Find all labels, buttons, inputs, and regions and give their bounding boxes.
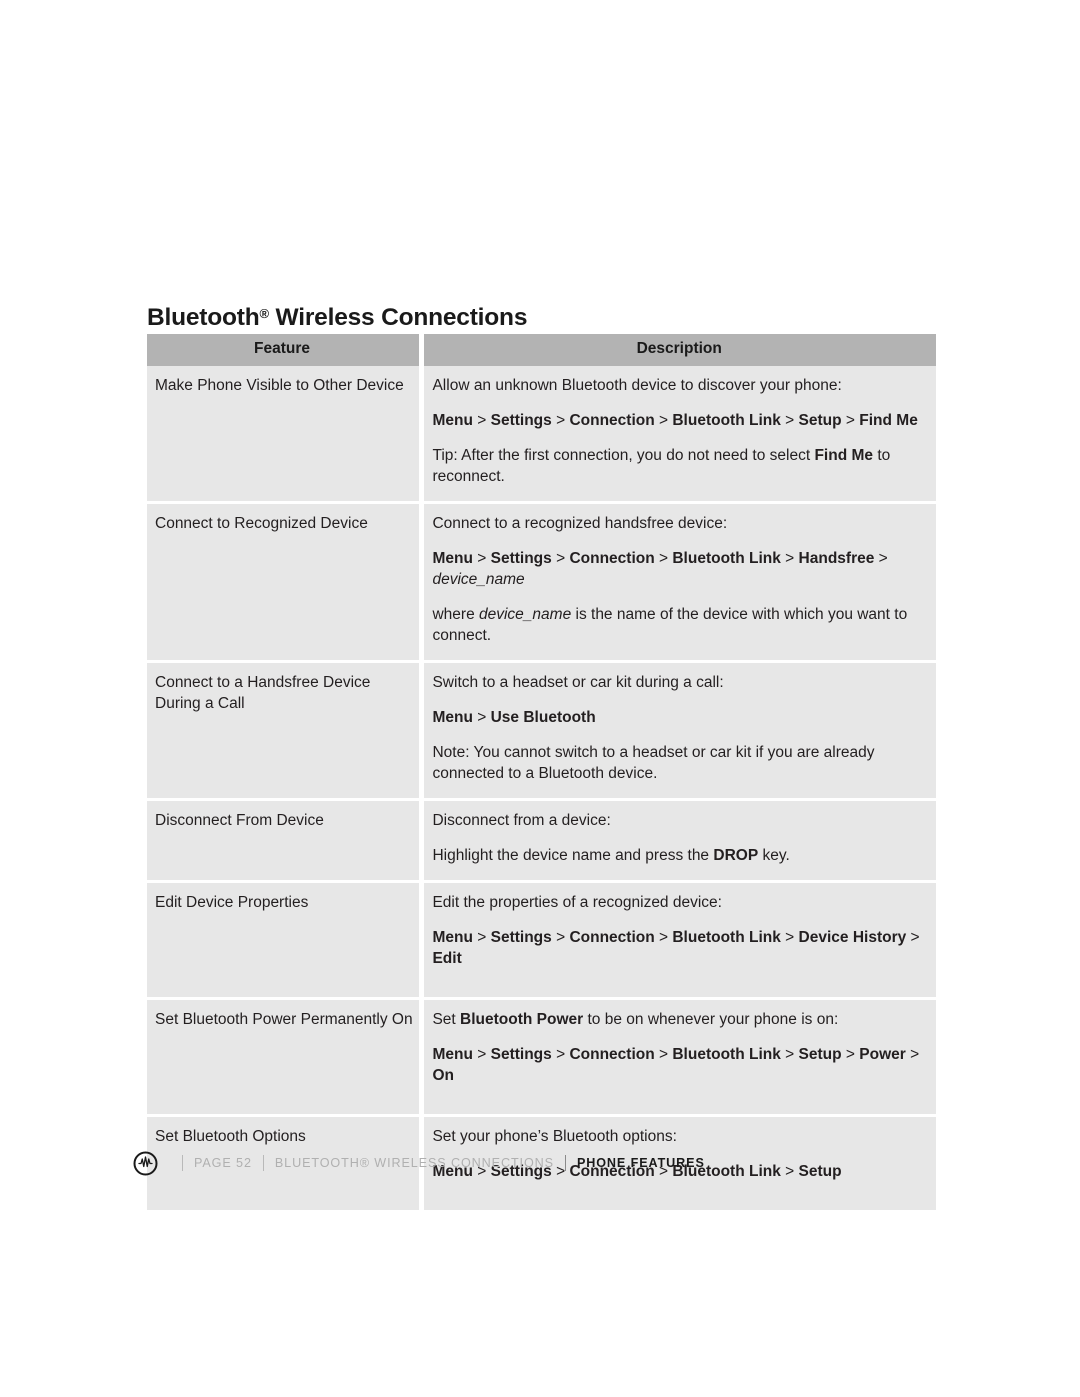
cell-description: Edit the properties of a recognized devi… [424,883,936,997]
menu-path: Menu > Settings > Connection > Bluetooth… [432,550,888,588]
menu-path: Menu > Settings > Connection > Bluetooth… [432,412,918,429]
bluetooth-features-table: Feature Description Make Phone Visible t… [147,334,936,1210]
cell-feature: Edit Device Properties [147,883,419,997]
cell-description: Set Bluetooth Power to be on whenever yo… [424,1000,936,1114]
table-row: Make Phone Visible to Other Device Allow … [147,366,936,501]
menu-path: Menu > Settings > Connection > Bluetooth… [432,929,920,967]
feature-line: Make Phone Visible to Other Device [155,377,404,394]
cell-feature: Disconnect From Device [147,801,419,880]
feature-line: Edit Device Properties [155,894,309,911]
footer-section-label: BLUETOOTH® WIRELESS CONNECTIONS [274,1156,554,1170]
footer-page-number: PAGE 52 [194,1156,252,1170]
footer-divider-2 [262,1155,264,1171]
menu-path: Menu > Use Bluetooth [432,709,596,726]
cell-feature: Connect to a Handsfree Device During a Ca… [147,663,419,798]
cell-feature: Set Bluetooth Power Permanently On [147,1000,419,1114]
description-paragraph: Set Bluetooth Power to be on whenever yo… [432,1011,839,1028]
page-title: Bluetooth® Wireless Connections [147,304,527,332]
page-footer: PAGE 52 BLUETOOTH® WIRELESS CONNECTIONS … [133,1150,705,1176]
page-title-rest: Wireless Connections [268,304,528,332]
cell-description: Connect to a recognized handsfree device… [424,504,936,660]
menu-path: Menu > Settings > Connection > Bluetooth… [432,1046,920,1084]
description-paragraph: Allow an unknown Bluetooth device to dis… [432,377,842,394]
feature-line: Set Bluetooth Power Permanently On [155,1011,413,1028]
table-row: Connect to Recognized Device Connect to a… [147,504,936,660]
description-paragraph: Tip: After the first connection, you do … [432,447,891,485]
description-paragraph: Connect to a recognized handsfree device… [432,515,728,532]
document-page: Bluetooth® Wireless Connections Feature … [0,0,1080,1397]
feature-line: Connect to Recognized Device [155,515,368,532]
table-row: Connect to a Handsfree Device During a Ca… [147,663,936,798]
footer-divider-1 [182,1155,183,1171]
table-row: Disconnect From Device Disconnect from a … [147,801,936,880]
cell-description: Allow an unknown Bluetooth device to dis… [424,366,936,501]
description-paragraph: Highlight the device name and press the … [432,847,790,864]
table-row: Set Bluetooth Power Permanently On Set Bl… [147,1000,936,1114]
description-paragraph: where device_name is the name of the dev… [432,606,908,644]
table-row: Edit Device Properties Edit the propertie… [147,883,936,997]
motorola-m-logo-icon [133,1151,158,1176]
description-paragraph: Set your phone’s Bluetooth options: [432,1128,677,1145]
description-paragraph: Switch to a headset or car kit during a … [432,674,724,691]
feature-line: During a Call [155,695,245,712]
table-header-row: Feature Description [147,334,936,366]
cell-feature: Connect to Recognized Device [147,504,419,660]
registered-trademark-symbol: ® [259,306,270,322]
footer-chapter-label: PHONE FEATURES [576,1156,705,1170]
feature-line: Disconnect From Device [155,812,324,829]
table-body: Make Phone Visible to Other Device Allow … [147,366,936,1210]
feature-line: Connect to a Handsfree Device [155,674,371,691]
column-header-description: Description [424,334,936,366]
page-title-main: Bluetooth [147,304,260,332]
table-header: Feature Description [147,334,936,366]
cell-feature: Make Phone Visible to Other Device [147,366,419,501]
cell-description: Switch to a headset or car kit during a … [424,663,936,798]
column-header-feature: Feature [147,334,419,366]
feature-line: Set Bluetooth Options [155,1128,306,1145]
footer-divider-3 [564,1155,566,1171]
description-paragraph: Note: You cannot switch to a headset or … [432,744,875,782]
description-paragraph: Edit the properties of a recognized devi… [432,894,722,911]
cell-description: Disconnect from a device: Highlight the d… [424,801,936,880]
description-paragraph: Disconnect from a device: [432,812,611,829]
